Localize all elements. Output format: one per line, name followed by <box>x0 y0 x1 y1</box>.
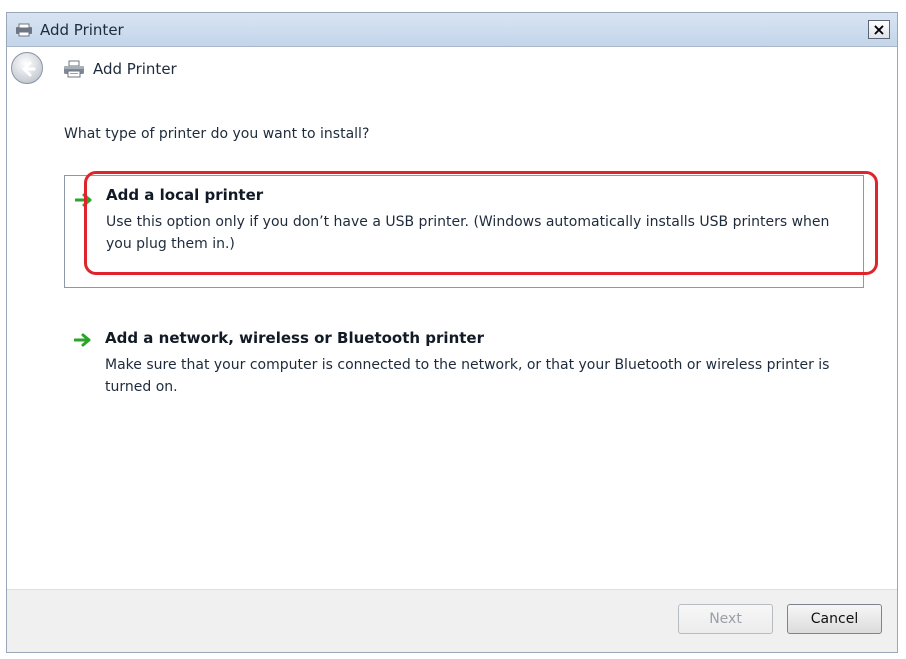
option-title: Add a network, wireless or Bluetooth pri… <box>105 329 484 347</box>
green-arrow-icon <box>73 332 92 351</box>
printer-icon <box>62 60 86 82</box>
option-add-local-printer[interactable]: Add a local printer Use this option only… <box>64 175 864 288</box>
add-printer-window: Add Printer × Add Printer What type of p… <box>6 12 898 653</box>
option-description: Use this option only if you don’t have a… <box>106 214 830 252</box>
back-button[interactable] <box>11 52 43 84</box>
cancel-button[interactable]: Cancel <box>787 604 882 634</box>
back-arrow-icon <box>22 61 36 77</box>
option-description: Make sure that your computer is connecte… <box>105 357 830 395</box>
page-question: What type of printer do you want to inst… <box>64 126 370 142</box>
close-button[interactable]: × <box>868 20 890 39</box>
title-bar[interactable]: Add Printer × <box>7 13 897 47</box>
option-title: Add a local printer <box>106 186 264 204</box>
navigation-bar: Add Printer <box>7 47 897 90</box>
printer-icon <box>13 22 35 37</box>
window-title: Add Printer <box>40 21 124 39</box>
option-add-network-printer[interactable]: Add a network, wireless or Bluetooth pri… <box>64 321 864 401</box>
nav-title: Add Printer <box>93 60 177 78</box>
next-button[interactable]: Next <box>678 604 773 634</box>
green-arrow-icon <box>74 192 93 211</box>
footer-bar: Next Cancel <box>7 589 897 652</box>
